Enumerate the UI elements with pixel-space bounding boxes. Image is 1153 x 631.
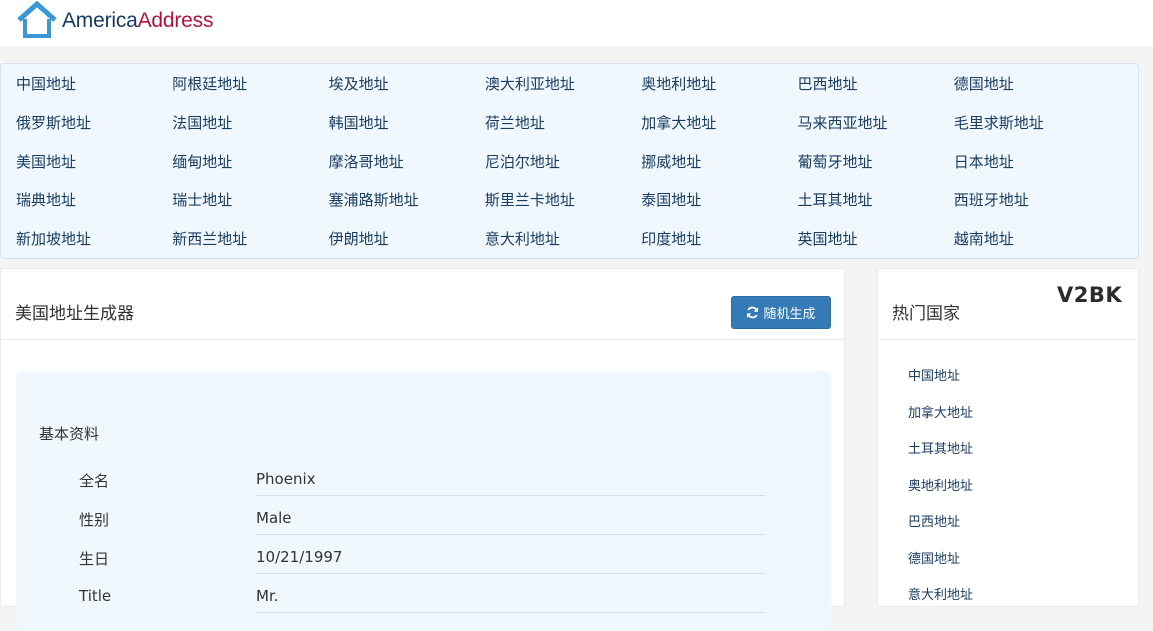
country-nav-link[interactable]: 印度地址 [641,228,701,249]
popular-country-link[interactable]: 巴西地址 [908,511,960,530]
country-nav-link[interactable]: 澳大利亚地址 [485,73,575,94]
country-nav-link[interactable]: 新加坡地址 [16,228,91,249]
brand-name-part2: Address [137,9,214,32]
country-nav-link[interactable]: 瑞典地址 [16,189,76,210]
country-nav: 中国地址 阿根廷地址 埃及地址 澳大利亚地址 奥地利地址 巴西地址 德国地址俄罗斯地址 法国地… [0,63,1139,259]
country-nav-link[interactable]: 塞浦路斯地址 [329,189,419,210]
site-header: AmericaAddress [0,0,1153,46]
country-nav-link[interactable]: 韩国地址 [329,112,389,133]
country-nav-link[interactable]: 英国地址 [798,228,858,249]
country-nav-link[interactable]: 中国地址 [16,73,76,94]
country-nav-link[interactable]: 西班牙地址 [954,189,1029,210]
country-nav-link[interactable]: 斯里兰卡地址 [485,189,575,210]
generator-panel-header: 美国地址生成器 随机生成 [1,269,844,340]
house-icon [17,1,57,38]
generator-panel: 美国地址生成器 随机生成 基本资料 全名 Phoenix 性别 Male 生日 10/21… [0,268,845,631]
popular-country-link[interactable]: 中国地址 [908,365,960,384]
info-value[interactable]: 10/21/1997 [256,548,766,574]
popular-country-link[interactable]: 奥地利地址 [908,475,973,494]
country-nav-link[interactable]: 马来西亚地址 [798,112,888,133]
info-value[interactable]: Phoenix [256,470,766,496]
popular-country-link[interactable]: 意大利地址 [908,584,973,603]
country-nav-link[interactable]: 土耳其地址 [798,189,873,210]
country-nav-link[interactable]: 泰国地址 [641,189,701,210]
popular-country-link[interactable]: 加拿大地址 [908,402,973,421]
country-nav-link[interactable]: 美国地址 [16,151,76,172]
country-nav-link[interactable]: 挪威地址 [641,151,701,172]
country-nav-link[interactable]: 越南地址 [954,228,1014,249]
info-label: Title [79,587,112,605]
random-generate-button[interactable]: 随机生成 [731,296,831,329]
country-nav-link[interactable]: 奥地利地址 [641,73,716,94]
country-nav-link[interactable]: 荷兰地址 [485,112,545,133]
country-nav-link[interactable]: 葡萄牙地址 [798,151,873,172]
country-nav-link[interactable]: 毛里求斯地址 [954,112,1044,133]
country-nav-link[interactable]: 埃及地址 [329,73,389,94]
country-nav-link[interactable]: 缅甸地址 [172,151,232,172]
info-value[interactable]: Male [256,509,766,535]
country-nav-link[interactable]: 加拿大地址 [641,112,716,133]
page-title: 美国地址生成器 [15,304,134,324]
popular-countries-header: 热门国家 V2BK [878,269,1138,340]
info-label: 生日 [79,550,110,568]
info-row: 生日 10/21/1997 [16,542,831,581]
basic-info-box: 基本资料 全名 Phoenix 性别 Male 生日 10/21/1997 Title Mr. [16,371,831,631]
info-row: 全名 Phoenix [16,464,831,503]
site-logo[interactable]: AmericaAddress [16,1,213,41]
popular-country-link[interactable]: 德国地址 [908,548,960,567]
popular-country-link[interactable]: 土耳其地址 [908,438,973,457]
country-nav-link[interactable]: 德国地址 [954,73,1014,94]
refresh-icon [747,306,759,319]
info-label: 全名 [79,472,110,490]
country-nav-link[interactable]: 伊朗地址 [329,228,389,249]
v2bk-logo[interactable]: V2BK [1057,283,1122,307]
info-row: 性别 Male [16,503,831,542]
info-row: Title Mr. [16,581,831,620]
country-nav-link[interactable]: 巴西地址 [798,73,858,94]
random-generate-label: 随机生成 [763,307,816,322]
country-nav-link[interactable]: 日本地址 [954,151,1014,172]
country-nav-link[interactable]: 新西兰地址 [172,228,247,249]
section-title: 基本资料 [39,425,100,443]
popular-countries-title: 热门国家 [892,304,960,324]
brand-name-part1: America [62,9,138,32]
info-value[interactable]: Mr. [256,587,766,613]
popular-countries-panel: 热门国家 V2BK 中国地址加拿大地址土耳其地址奥地利地址巴西地址德国地址意大利… [877,268,1139,607]
info-label: 性别 [79,511,110,529]
country-nav-link[interactable]: 阿根廷地址 [172,73,247,94]
country-nav-link[interactable]: 尼泊尔地址 [485,151,560,172]
country-nav-link[interactable]: 意大利地址 [485,228,560,249]
country-nav-link[interactable]: 法国地址 [172,112,232,133]
country-nav-link[interactable]: 俄罗斯地址 [16,112,91,133]
country-nav-link[interactable]: 摩洛哥地址 [329,151,404,172]
country-nav-link[interactable]: 瑞士地址 [172,189,232,210]
brand-name: AmericaAddress [62,9,213,33]
